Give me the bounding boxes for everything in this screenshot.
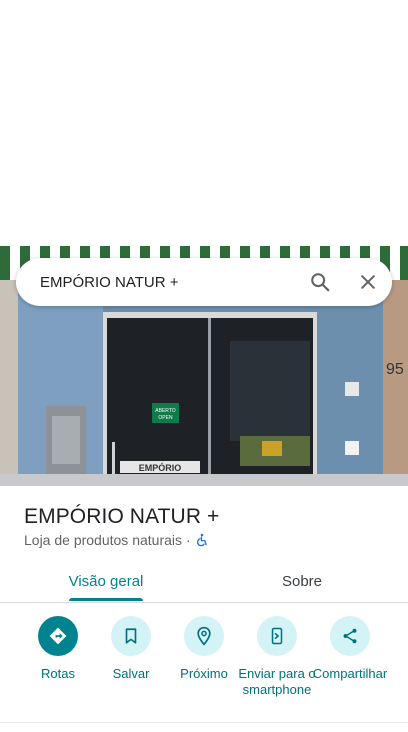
- close-button[interactable]: [344, 258, 392, 306]
- save-button[interactable]: Salvar: [89, 616, 173, 682]
- search-icon: [311, 273, 330, 292]
- place-subtitle: Loja de produtos naturais ·: [24, 532, 209, 548]
- send-to-phone-label: Enviar para o smartphone: [238, 666, 316, 697]
- separator-dot: ·: [186, 532, 191, 548]
- save-label: Salvar: [112, 666, 150, 681]
- active-tab-indicator: [69, 598, 143, 601]
- wheelchair-accessible-icon: [196, 533, 207, 547]
- section-divider: [0, 722, 408, 723]
- directions-label: Rotas: [41, 666, 75, 681]
- share-label: Compartilhar: [312, 666, 388, 681]
- address-number: 95: [386, 361, 404, 378]
- tab-bar: Visão geral Sobre: [0, 560, 408, 603]
- share-icon: [343, 628, 357, 644]
- right-wall: [383, 280, 408, 486]
- nearby-button[interactable]: Próximo: [162, 616, 246, 682]
- action-buttons: Rotas Salvar Próximo Enviar para o smart…: [0, 616, 408, 716]
- svg-text:OPEN: OPEN: [158, 415, 173, 421]
- send-to-phone-icon: [271, 627, 283, 645]
- send-to-phone-button[interactable]: Enviar para o smartphone: [235, 616, 319, 698]
- store-label: EMPÓRIO: [139, 462, 182, 473]
- svg-text:ABERTO: ABERTO: [155, 408, 175, 414]
- tab-about[interactable]: Sobre: [250, 560, 354, 603]
- bookmark-icon: [125, 628, 137, 644]
- directions-button[interactable]: Rotas: [16, 616, 100, 682]
- search-button[interactable]: [296, 258, 344, 306]
- search-input[interactable]: EMPÓRIO NATUR +: [16, 274, 296, 291]
- map-blank-area: [0, 0, 408, 246]
- place-category: Loja de produtos naturais: [24, 532, 182, 548]
- share-button[interactable]: Compartilhar: [308, 616, 392, 682]
- left-wall: [0, 280, 18, 486]
- tab-overview[interactable]: Visão geral: [54, 560, 158, 603]
- nearby-icon: [197, 626, 211, 646]
- nearby-label: Próximo: [180, 666, 228, 681]
- place-title: EMPÓRIO NATUR +: [24, 505, 220, 528]
- close-icon: [361, 275, 375, 289]
- directions-icon: [49, 627, 67, 645]
- search-bar[interactable]: EMPÓRIO NATUR +: [16, 258, 392, 306]
